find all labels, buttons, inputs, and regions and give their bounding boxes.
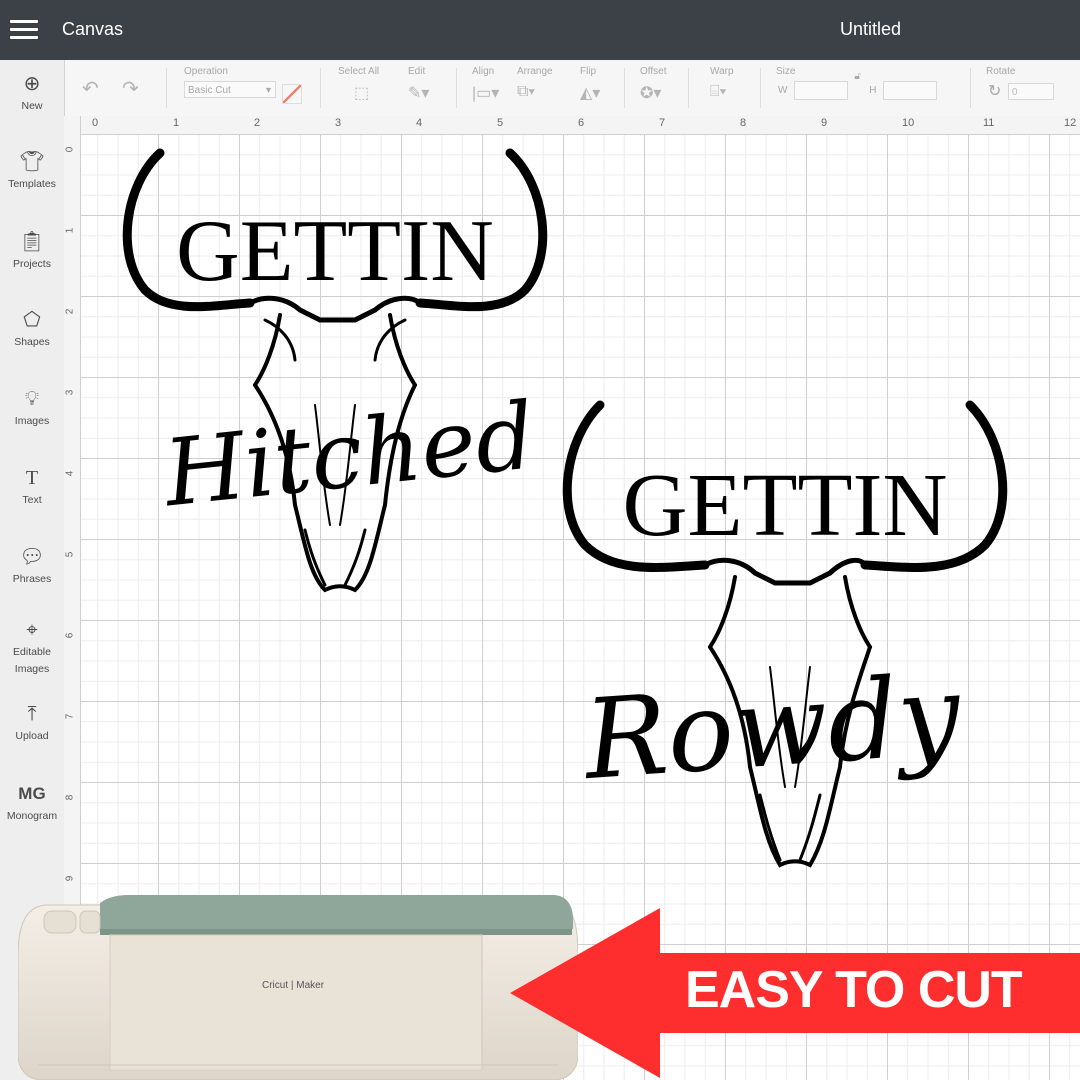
- ruler-top-label: 11: [983, 117, 995, 129]
- warp-icon[interactable]: ⌸▾: [710, 83, 734, 101]
- top-bar: Canvas Untitled: [0, 0, 1080, 60]
- ruler-top-label: 1: [173, 117, 180, 129]
- plus-circle-icon: ⊕: [23, 73, 41, 95]
- sidebar-item-phrases[interactable]: 💬︎ Phrases: [0, 545, 64, 588]
- size-h-label: H: [869, 85, 877, 96]
- lock-icon[interactable]: 🔓︎: [854, 71, 860, 82]
- select-all-icon[interactable]: ⬚: [354, 83, 379, 103]
- rotate-label: Rotate: [986, 66, 1016, 77]
- rotate-input[interactable]: 0: [1007, 82, 1054, 100]
- size-w-label: W: [778, 85, 788, 96]
- operation-group: Operation Basic Cut: [184, 66, 276, 99]
- ruler-top-label: 3: [335, 117, 342, 129]
- align-label: Align: [472, 66, 495, 77]
- ruler-left-label: 7: [64, 713, 76, 720]
- ruler-top-label: 4: [416, 117, 423, 129]
- size-width-input[interactable]: [793, 81, 848, 100]
- top-ruler: 0 1 2 3 4 5 6 7 8 9 10 11 12: [64, 116, 1080, 135]
- arrange-label: Arrange: [517, 66, 553, 77]
- ruler-top-label: 5: [497, 117, 504, 129]
- ruler-top-label: 2: [254, 117, 261, 129]
- sidebar-item-monogram[interactable]: MG Monogram: [0, 782, 64, 825]
- pen-color-icon[interactable]: [282, 84, 302, 104]
- edit-pencil-icon[interactable]: ✎▾: [408, 83, 429, 103]
- sidebar-item-editable-images[interactable]: ⌖ Editable Images: [0, 618, 64, 678]
- ruler-left-label: 4: [64, 470, 76, 477]
- shapes-icon: ⬠: [23, 309, 41, 331]
- gettin-text-left: GETTIN: [176, 203, 494, 300]
- arrange-icon[interactable]: ⧉▾: [517, 83, 553, 101]
- edit-toolbar: ↶ ↷ Operation Basic Cut Select All ⬚ Edi…: [64, 60, 1080, 117]
- hitched-script-text: Hitched: [158, 382, 540, 527]
- edit-label: Edit: [408, 66, 426, 77]
- operation-label: Operation: [184, 66, 228, 77]
- clipboard-icon: 📋︎: [19, 231, 45, 253]
- warp-label: Warp: [710, 66, 734, 77]
- sidebar-item-upload[interactable]: ⤒ Upload: [0, 702, 64, 745]
- operation-select[interactable]: Basic Cut: [184, 81, 276, 99]
- align-icon[interactable]: |▭▾: [472, 83, 499, 103]
- flip-icon[interactable]: ◭▾: [580, 83, 600, 103]
- ruler-left-label: 2: [64, 308, 76, 315]
- ruler-top-label: 8: [740, 117, 747, 129]
- gettin-text-right: GETTIN: [623, 456, 948, 555]
- lightbulb-icon: 💡︎: [25, 388, 39, 410]
- ruler-left-label: 9: [64, 875, 76, 882]
- easy-to-cut-text: EASY TO CUT: [685, 961, 1023, 1019]
- ruler-top-label: 7: [659, 117, 666, 129]
- ruler-top-label: 6: [578, 117, 585, 129]
- offset-label: Offset: [640, 66, 667, 77]
- ruler-left-label: 6: [64, 632, 76, 639]
- hamburger-menu-icon[interactable]: [10, 20, 38, 40]
- rotate-icon: ↻: [988, 83, 1002, 100]
- sidebar-item-shapes[interactable]: ⬠ Shapes: [0, 308, 64, 351]
- upload-icon: ⤒: [27, 703, 37, 725]
- select-all-label: Select All: [338, 66, 380, 77]
- sidebar-item-images[interactable]: 💡︎ Images: [0, 387, 64, 430]
- rowdy-script-text: Rowdy: [578, 650, 966, 804]
- app-title: Canvas: [62, 19, 124, 39]
- ruler-left-label: 1: [64, 227, 76, 234]
- select-all-group: Select All ⬚: [338, 66, 379, 103]
- editable-images-icon: ⌖: [26, 619, 38, 641]
- undo-icon[interactable]: ↶: [82, 76, 99, 101]
- sidebar-item-templates[interactable]: 👕︎ Templates: [0, 150, 64, 193]
- ruler-left-label: 3: [64, 389, 76, 396]
- ruler-top-label: 12: [1064, 117, 1077, 129]
- speech-bubble-icon: 💬︎: [19, 546, 45, 568]
- sidebar-item-new[interactable]: ⊕ New: [0, 72, 64, 115]
- sidebar-item-text[interactable]: T Text: [0, 466, 64, 509]
- ruler-top-label: 0: [92, 117, 99, 129]
- ruler-top-label: 9: [821, 117, 828, 129]
- ruler-top-label: 10: [902, 117, 915, 129]
- sidebar-item-projects[interactable]: 📋︎ Projects: [0, 230, 64, 273]
- text-icon: T: [25, 467, 39, 489]
- document-title[interactable]: Untitled: [840, 19, 901, 40]
- monogram-icon: MG: [18, 784, 46, 803]
- design-gettin-rowdy[interactable]: GETTIN Rowdy: [555, 395, 1015, 885]
- size-height-input[interactable]: [882, 81, 937, 100]
- ruler-left-label: 0: [64, 146, 76, 153]
- shirt-icon: 👕︎: [19, 151, 45, 173]
- cricut-brand-text: Cricut | Maker: [262, 980, 325, 991]
- flip-label: Flip: [580, 66, 597, 77]
- redo-icon[interactable]: ↷: [122, 76, 139, 101]
- ruler-left-label: 5: [64, 551, 76, 558]
- offset-icon[interactable]: ✪▾: [640, 83, 667, 103]
- ruler-left-label: 8: [64, 794, 76, 801]
- design-gettin-hitched[interactable]: GETTIN Hitched: [115, 145, 555, 605]
